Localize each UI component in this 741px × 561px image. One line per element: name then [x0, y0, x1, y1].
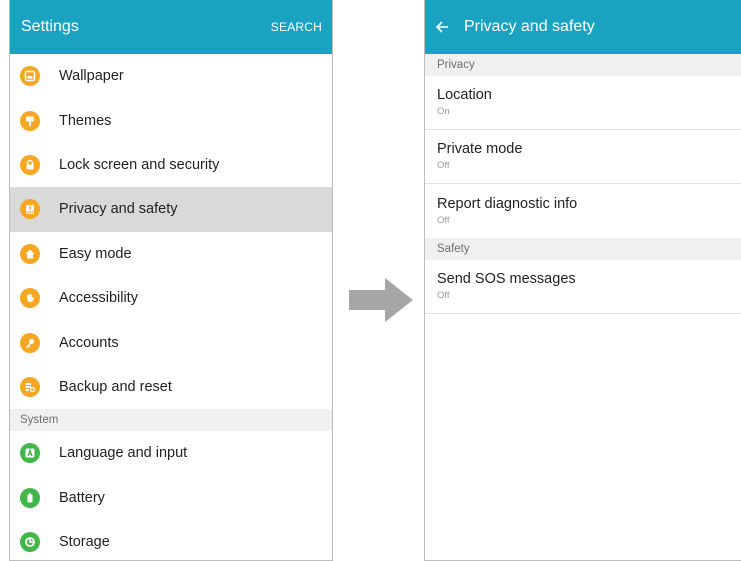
settings-item-accounts[interactable]: Accounts — [10, 320, 332, 364]
privacy-appbar: Privacy and safety — [425, 0, 741, 54]
settings-appbar: Settings SEARCH — [10, 0, 332, 54]
settings-item-label: Storage — [59, 534, 110, 551]
key-icon — [20, 332, 40, 353]
search-button[interactable]: SEARCH — [271, 20, 322, 34]
privacy-title: Privacy and safety — [464, 18, 595, 35]
settings-item-accessibility[interactable]: Accessibility — [10, 276, 332, 320]
send-sos-item[interactable]: Send SOS messages Off — [425, 260, 741, 314]
system-section-header: System — [10, 409, 332, 432]
safety-section-header: Safety — [425, 238, 741, 260]
private-mode-item[interactable]: Private mode Off — [425, 130, 741, 184]
detail-title: Report diagnostic info — [437, 195, 578, 212]
detail-status: On — [437, 106, 450, 117]
detail-status: Off — [437, 214, 450, 226]
transition-arrow-icon — [349, 278, 413, 322]
settings-item-label: Lock screen and security — [59, 156, 220, 173]
detail-title: Location — [437, 87, 492, 103]
themes-icon — [20, 110, 40, 131]
wallpaper-icon — [20, 66, 40, 87]
settings-item-battery[interactable]: Battery — [10, 476, 332, 520]
settings-item-label: Privacy and safety — [59, 201, 178, 218]
privacy-section-header: Privacy — [425, 54, 741, 76]
storage-icon — [20, 532, 40, 553]
settings-item-label: Easy mode — [59, 245, 132, 262]
back-arrow-icon[interactable] — [435, 20, 449, 34]
settings-item-lock-screen[interactable]: Lock screen and security — [10, 143, 332, 187]
settings-item-label: Backup and reset — [59, 378, 172, 395]
detail-title: Private mode — [437, 141, 523, 157]
location-item[interactable]: Location On — [425, 76, 741, 130]
settings-item-backup[interactable]: Backup and reset — [10, 365, 332, 409]
settings-item-label: Accessibility — [59, 290, 138, 307]
privacy-safety-screen: Privacy and safety Privacy Location On P… — [424, 0, 741, 561]
settings-item-wallpaper[interactable]: Wallpaper — [10, 54, 332, 98]
privacy-icon — [20, 199, 40, 220]
settings-item-easy-mode[interactable]: Easy mode — [10, 232, 332, 276]
language-icon — [20, 443, 40, 464]
backup-icon — [20, 376, 40, 397]
settings-item-themes[interactable]: Themes — [10, 98, 332, 142]
detail-title: Send SOS messages — [437, 271, 576, 287]
home-icon — [20, 243, 40, 264]
settings-item-label: Wallpaper — [59, 68, 124, 85]
detail-status: Off — [437, 160, 450, 171]
settings-item-storage[interactable]: Storage — [10, 520, 332, 560]
settings-item-privacy[interactable]: Privacy and safety — [10, 187, 332, 232]
settings-item-label: Battery — [59, 489, 105, 506]
settings-title: Settings — [21, 18, 79, 35]
report-diagnostic-item[interactable]: Report diagnostic info Off — [425, 184, 741, 238]
settings-screen: Settings SEARCH Wallpaper Themes Lock sc… — [9, 0, 333, 561]
hand-icon — [20, 288, 40, 309]
settings-item-label: Themes — [59, 112, 112, 129]
lock-icon — [20, 154, 40, 175]
settings-item-label: Accounts — [59, 334, 119, 351]
battery-icon — [20, 487, 40, 508]
settings-item-label: Language and input — [59, 445, 188, 462]
detail-status: Off — [437, 290, 450, 301]
settings-item-language[interactable]: Language and input — [10, 431, 332, 475]
